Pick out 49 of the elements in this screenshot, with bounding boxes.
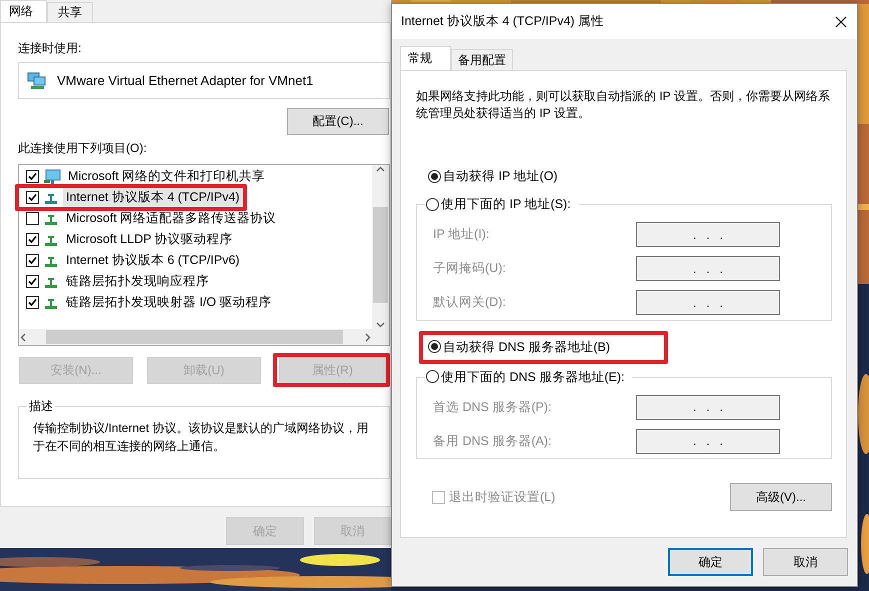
radio-button[interactable]: 自动获得 IP 地址(O) — [428, 168, 558, 184]
list-item[interactable]: 链路层拓扑发现响应程序 — [63, 272, 212, 291]
scrollbar[interactable] — [19, 329, 372, 345]
checkbox[interactable] — [26, 191, 39, 204]
list-item[interactable]: Microsoft LLDP 协议驱动程序 — [63, 230, 236, 249]
scroll-left-icon — [19, 332, 28, 342]
scroll-thumb[interactable] — [373, 207, 388, 303]
radio-button[interactable]: 自动获得 DNS 服务器地址(B) — [428, 338, 610, 354]
scroll-right-icon — [363, 332, 372, 342]
close-icon[interactable] — [835, 16, 847, 28]
checkbox[interactable] — [26, 254, 39, 267]
field-label: IP 地址(I): — [433, 226, 490, 243]
scroll-thumb[interactable] — [46, 330, 343, 344]
tab[interactable]: 网络 — [0, 0, 47, 22]
field-label: 备用 DNS 服务器(A): — [433, 432, 552, 450]
list-item[interactable]: 链路层拓扑发现映射器 I/O 驱动程序 — [63, 293, 275, 312]
section-label: 此连接使用下列项目(O): — [18, 140, 147, 156]
list-item[interactable]: Internet 协议版本 6 (TCP/IPv6) — [63, 251, 243, 270]
checkbox[interactable] — [26, 275, 39, 288]
intro-text: 如果网络支持此功能，则可以获取自动指派的 IP 设置。否则，你需要从网络系统管理员处获得适当的 IP 设置。 — [416, 88, 830, 122]
configure-button[interactable]: 配置(C)... — [287, 108, 389, 135]
list-item[interactable]: Microsoft 网络的文件和打印机共享 — [65, 167, 268, 186]
list-item[interactable]: Microsoft 网络适配器多路传送器协议 — [63, 209, 280, 228]
checkbox[interactable] — [26, 296, 39, 309]
field-label: 首选 DNS 服务器(P): — [433, 398, 552, 416]
radio-button[interactable]: 使用下面的 IP 地址(S): — [426, 196, 571, 212]
scroll-down-icon — [376, 320, 385, 329]
dialog-button[interactable]: 确定 — [668, 548, 753, 576]
network-computers-icon — [27, 72, 47, 90]
list-item[interactable]: Internet 协议版本 4 (TCP/IPv4) — [63, 188, 243, 207]
computer-icon — [43, 168, 61, 184]
checkbox[interactable] — [26, 212, 39, 225]
advanced-button[interactable]: 高级(V)... — [730, 483, 832, 511]
scroll-up-icon — [376, 165, 385, 174]
section-label: 连接时使用: — [18, 40, 82, 56]
tab[interactable]: 共享 — [47, 2, 93, 22]
field-label: 子网掩码(U): — [433, 260, 507, 277]
tab[interactable]: 备用配置 — [451, 49, 513, 70]
dialog-button[interactable]: 取消 — [763, 548, 848, 576]
checkbox[interactable] — [26, 170, 39, 183]
scrollbar[interactable] — [372, 165, 389, 329]
description-text: 传输控制协议/Internet 协议。该协议是默认的广域网络协议，用于在不同的相互连接的网络上通信。 — [33, 420, 370, 455]
window-title: Internet 协议版本 4 (TCP/IPv4) 属性 — [401, 13, 604, 30]
group-title: 描述 — [28, 398, 54, 415]
radio-button[interactable]: 使用下面的 DNS 服务器地址(E): — [426, 368, 624, 384]
tab[interactable]: 常规 — [400, 46, 451, 70]
adapter-name: VMware Virtual Ethernet Adapter for VMnet1 — [57, 73, 314, 88]
checkbox[interactable] — [26, 233, 39, 246]
field-label: 默认网关(D): — [433, 294, 507, 311]
